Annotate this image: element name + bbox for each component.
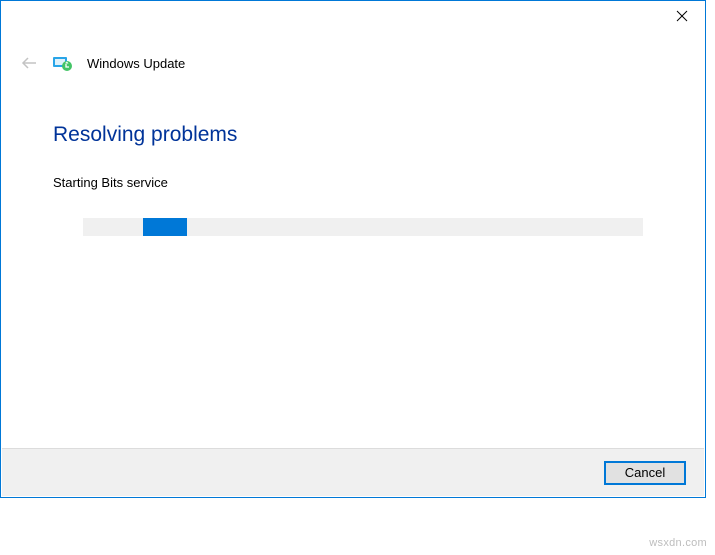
progress-fill <box>143 218 187 236</box>
back-arrow-icon <box>20 54 38 72</box>
troubleshooter-window: Windows Update Resolving problems Starti… <box>0 0 706 498</box>
header-row: Windows Update <box>1 53 705 73</box>
cancel-button[interactable]: Cancel <box>604 461 686 485</box>
watermark: wsxdn.com <box>649 537 707 549</box>
content-area: Resolving problems Starting Bits service <box>1 73 705 236</box>
footer: Cancel <box>2 448 704 496</box>
status-text: Starting Bits service <box>53 175 653 190</box>
close-icon <box>676 10 688 22</box>
titlebar <box>1 1 705 33</box>
header-title: Windows Update <box>87 56 185 71</box>
main-heading: Resolving problems <box>53 123 653 147</box>
back-button <box>19 53 39 73</box>
close-button[interactable] <box>659 1 705 31</box>
progress-bar <box>83 218 643 236</box>
troubleshooter-icon <box>53 55 73 71</box>
